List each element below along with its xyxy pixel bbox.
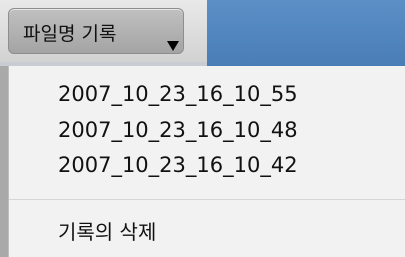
filename-history-label: 파일명 기록 bbox=[23, 23, 117, 45]
window-edge bbox=[0, 66, 8, 257]
history-item[interactable]: 2007_10_23_16_10_42 bbox=[58, 153, 298, 177]
background-panel bbox=[207, 0, 405, 66]
filename-history-menu: 2007_10_23_16_10_55 2007_10_23_16_10_48 … bbox=[8, 66, 405, 257]
history-item[interactable]: 2007_10_23_16_10_48 bbox=[58, 118, 298, 142]
history-item[interactable]: 2007_10_23_16_10_55 bbox=[58, 82, 298, 106]
filename-history-button[interactable]: 파일명 기록 bbox=[8, 8, 184, 54]
menu-separator bbox=[9, 199, 405, 200]
delete-history-item[interactable]: 기록의 삭제 bbox=[58, 216, 156, 245]
dropdown-arrow-icon bbox=[167, 41, 179, 51]
